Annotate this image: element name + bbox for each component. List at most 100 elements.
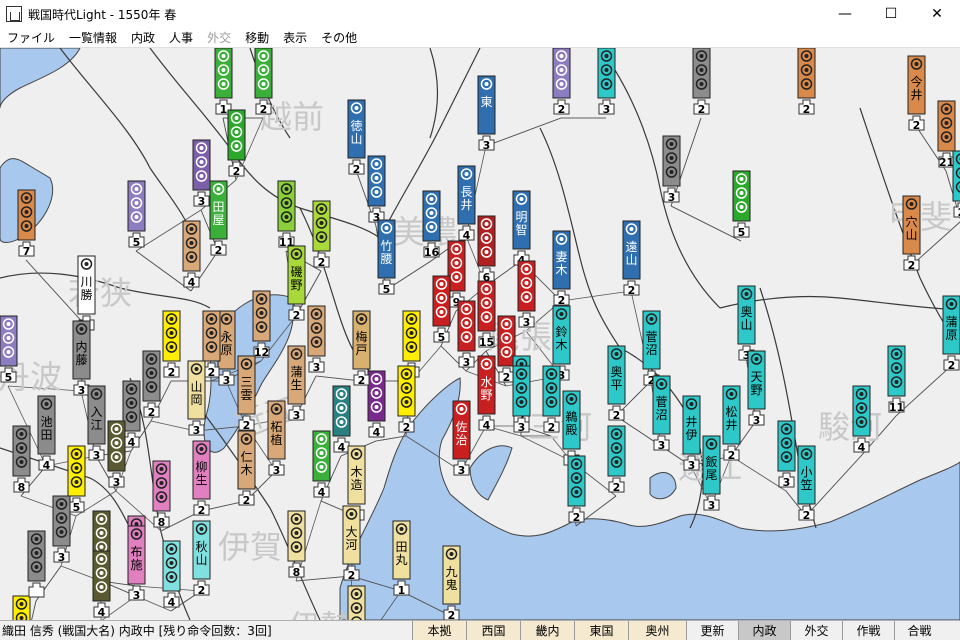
castle-marker[interactable]: 4 — [332, 385, 351, 454]
castle-marker[interactable]: 4 — [312, 430, 331, 499]
menu-view[interactable]: 表示 — [276, 29, 314, 46]
castle-marker[interactable]: 5 — [432, 275, 451, 344]
castle-marker[interactable]: 8 — [152, 460, 171, 529]
castle-marker[interactable]: 2 — [227, 109, 246, 178]
castle-marker[interactable]: 柳生 2 — [192, 440, 211, 517]
castle-marker[interactable]: 3 — [512, 365, 531, 434]
castle-marker[interactable]: 4 — [122, 380, 141, 449]
castle-marker[interactable]: 3 — [662, 135, 681, 204]
castle-marker[interactable]: 山岡 3 — [187, 360, 206, 437]
castle-marker[interactable]: 東3 — [477, 75, 496, 152]
castle-marker[interactable]: 21 — [937, 100, 956, 169]
menu-other[interactable]: その他 — [314, 29, 364, 46]
castle-marker[interactable]: 磯野 2 — [287, 245, 306, 322]
castle-marker[interactable]: 布施 3 — [127, 525, 146, 602]
region-button-east[interactable]: 東国 — [574, 621, 628, 640]
castle-marker[interactable]: 小笠 2 — [797, 445, 816, 522]
castle-marker[interactable]: 妻木 2 — [552, 230, 571, 307]
menu-file[interactable]: ファイル — [0, 29, 62, 46]
castle-marker[interactable]: 柘植 3 — [267, 400, 286, 477]
castle-marker[interactable]: 佐治 3 — [452, 400, 471, 477]
castle-marker[interactable]: 2 — [607, 425, 626, 494]
castle-marker[interactable]: 4 — [182, 220, 201, 289]
castle-marker[interactable]: 入江 3 — [87, 385, 106, 462]
region-button-oshu[interactable]: 奥州 — [628, 621, 686, 640]
castle-marker[interactable]: 梅戸 2 — [352, 310, 371, 387]
castle-marker[interactable]: 4 — [162, 540, 181, 609]
castle-marker[interactable]: 2 — [312, 200, 331, 269]
castle-marker[interactable]: 明智4 — [512, 190, 531, 267]
region-button-home[interactable]: 本拠 — [412, 621, 466, 640]
region-button-west[interactable]: 西国 — [466, 621, 520, 640]
castle-marker[interactable]: 蒲生 3 — [287, 345, 306, 422]
castle-marker[interactable]: 奥平 2 — [607, 345, 626, 422]
castle-marker[interactable]: 12 — [252, 290, 271, 359]
castle-marker[interactable]: 竹腰 5 — [377, 219, 396, 296]
castle-marker[interactable]: 8 — [12, 425, 31, 494]
minimize-button[interactable]: — — [822, 0, 868, 28]
game-map[interactable]: 越前美濃若狭丹波近江伊賀伊勢大和三河遠江駿河甲斐尾張 123275田屋21124… — [0, 48, 960, 620]
castle-marker[interactable]: 2 — [552, 48, 571, 116]
castle-marker[interactable]: 2 — [542, 365, 561, 434]
menu-move[interactable]: 移動 — [238, 29, 276, 46]
castle-marker[interactable] — [347, 585, 366, 620]
castle-marker[interactable]: 11 — [887, 345, 906, 414]
castle-marker[interactable]: 飯尾 3 — [702, 435, 721, 512]
castle-marker[interactable]: 3 — [107, 420, 126, 489]
castle-marker[interactable]: 永原 3 — [217, 310, 236, 387]
castle-marker[interactable]: 三雲 2 — [237, 355, 256, 432]
maximize-button[interactable]: ☐ — [868, 0, 914, 28]
map-canvas[interactable]: 越前美濃若狭丹波近江伊賀伊勢大和三河遠江駿河甲斐尾張 123275田屋21124… — [0, 48, 960, 620]
castle-marker[interactable]: 3 — [457, 300, 476, 369]
castle-marker[interactable]: 大河 2 — [342, 505, 361, 582]
castle-marker[interactable]: 4 — [92, 550, 111, 619]
castle-marker[interactable]: 徳山 2 — [347, 99, 366, 176]
castle-marker[interactable]: 菅沼 3 — [652, 375, 671, 452]
castle-marker[interactable]: 3 — [367, 155, 386, 224]
castle-marker[interactable]: 田屋 2 — [209, 180, 228, 257]
castle-marker[interactable]: 11 — [277, 180, 296, 249]
castle-marker[interactable]: 3 — [517, 260, 536, 329]
castle-marker[interactable]: 5 — [127, 180, 146, 249]
castle-marker[interactable]: 2 — [397, 365, 416, 434]
castle-marker[interactable]: 松井 2 — [722, 385, 741, 462]
castle-marker[interactable]: 3 — [597, 48, 616, 116]
castle-marker[interactable]: 内藤 3 — [72, 320, 91, 397]
region-button-kinai[interactable]: 畿内 — [520, 621, 574, 640]
command-button-strategy[interactable]: 作戦 — [842, 621, 894, 640]
castle-marker[interactable]: 2 — [202, 310, 221, 379]
castle-marker[interactable]: 遠山 2 — [622, 220, 641, 297]
castle-marker[interactable]: 15 — [477, 280, 496, 349]
menu-personnel[interactable]: 人事 — [162, 29, 200, 46]
castle-marker[interactable]: 5 — [732, 170, 751, 239]
castle-marker[interactable]: 2 — [952, 150, 960, 219]
castle-marker[interactable]: 秋山 2 — [192, 520, 211, 597]
castle-marker[interactable]: 7 — [17, 189, 36, 258]
castle-marker[interactable]: 16 — [422, 190, 441, 259]
castle-marker[interactable]: 5 — [67, 445, 86, 514]
menu-domestic[interactable]: 内政 — [124, 29, 162, 46]
close-button[interactable]: ✕ — [914, 0, 960, 28]
castle-marker[interactable]: 穴山 2 — [902, 195, 921, 272]
command-button-diplomacy[interactable]: 外交 — [790, 621, 842, 640]
command-button-domestic[interactable]: 内政 — [738, 621, 790, 640]
castle-marker[interactable]: 2 — [797, 48, 816, 116]
castle-marker[interactable] — [27, 530, 46, 598]
castle-marker[interactable]: 8 — [287, 510, 306, 579]
castle-marker[interactable]: 2 — [254, 48, 273, 116]
castle-marker[interactable]: 6 — [477, 215, 496, 284]
castle-marker[interactable]: 水野 4 — [477, 355, 496, 432]
castle-marker[interactable]: 田丸 1 — [392, 520, 411, 597]
command-button-update[interactable]: 更新 — [686, 621, 738, 640]
castle-marker[interactable]: 井伊 3 — [682, 395, 701, 472]
castle-marker[interactable]: 3 — [777, 420, 796, 489]
castle-marker[interactable]: 天野 3 — [747, 350, 766, 427]
castle-marker[interactable]: 9 — [447, 240, 466, 309]
castle-marker[interactable]: 2 — [497, 315, 516, 384]
castle-marker[interactable]: 1 — [12, 595, 31, 620]
castle-marker[interactable]: 3 — [307, 305, 326, 374]
castle-marker[interactable]: 2 — [142, 350, 161, 419]
castle-marker[interactable]: 4 — [852, 385, 871, 454]
command-button-battle[interactable]: 合戦 — [894, 621, 944, 640]
castle-marker[interactable]: 3 — [52, 495, 71, 564]
